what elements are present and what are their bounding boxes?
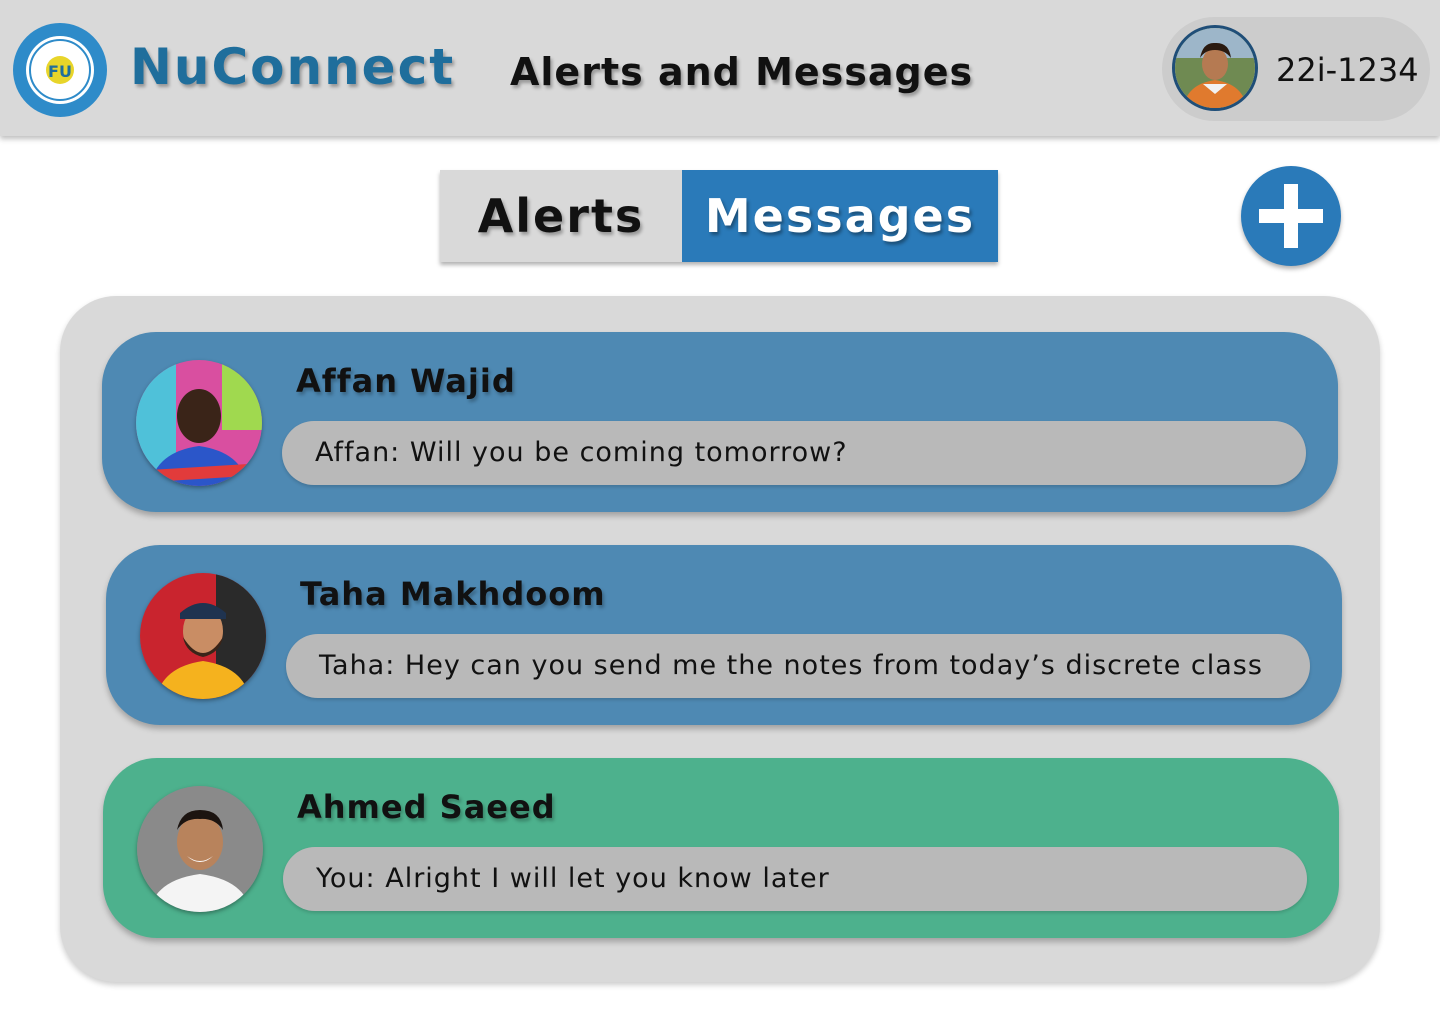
contact-name: Ahmed Saeed <box>297 788 556 826</box>
app-name: NuConnect <box>130 38 456 96</box>
nu-logo-icon[interactable]: FU <box>12 22 108 118</box>
tab-alerts[interactable]: Alerts <box>440 170 682 262</box>
tab-bar: Alerts Messages <box>440 170 998 262</box>
contact-avatar-icon <box>136 360 262 486</box>
contact-avatar-icon <box>137 786 263 912</box>
page-title: Alerts and Messages <box>510 50 974 94</box>
svg-text:FU: FU <box>48 62 72 81</box>
contact-avatar-icon <box>140 573 266 699</box>
new-message-button[interactable] <box>1241 166 1341 266</box>
user-avatar-icon[interactable] <box>1172 25 1258 111</box>
contact-name: Taha Makhdoom <box>300 575 606 613</box>
message-preview-text: Taha: Hey can you send me the notes from… <box>319 650 1263 681</box>
message-preview: Affan: Will you be coming tomorrow? <box>282 421 1306 485</box>
contact-name: Affan Wajid <box>296 362 516 400</box>
message-preview-text: You: Alright I will let you know later <box>316 863 830 894</box>
message-preview-text: Affan: Will you be coming tomorrow? <box>315 437 848 468</box>
conversation-item[interactable]: Affan Wajid Affan: Will you be coming to… <box>102 332 1338 512</box>
message-preview: You: Alright I will let you know later <box>283 847 1307 911</box>
user-profile-chip[interactable]: 22i-1234 <box>1162 17 1430 121</box>
user-id: 22i-1234 <box>1276 51 1419 89</box>
message-preview: Taha: Hey can you send me the notes from… <box>286 634 1310 698</box>
conversation-item[interactable]: Ahmed Saeed You: Alright I will let you … <box>103 758 1339 938</box>
messages-panel: Affan Wajid Affan: Will you be coming to… <box>60 296 1380 982</box>
top-header: FU NuConnect Alerts and Messages 22i-123… <box>0 0 1440 136</box>
conversation-item[interactable]: Taha Makhdoom Taha: Hey can you send me … <box>106 545 1342 725</box>
tab-messages[interactable]: Messages <box>682 170 998 262</box>
